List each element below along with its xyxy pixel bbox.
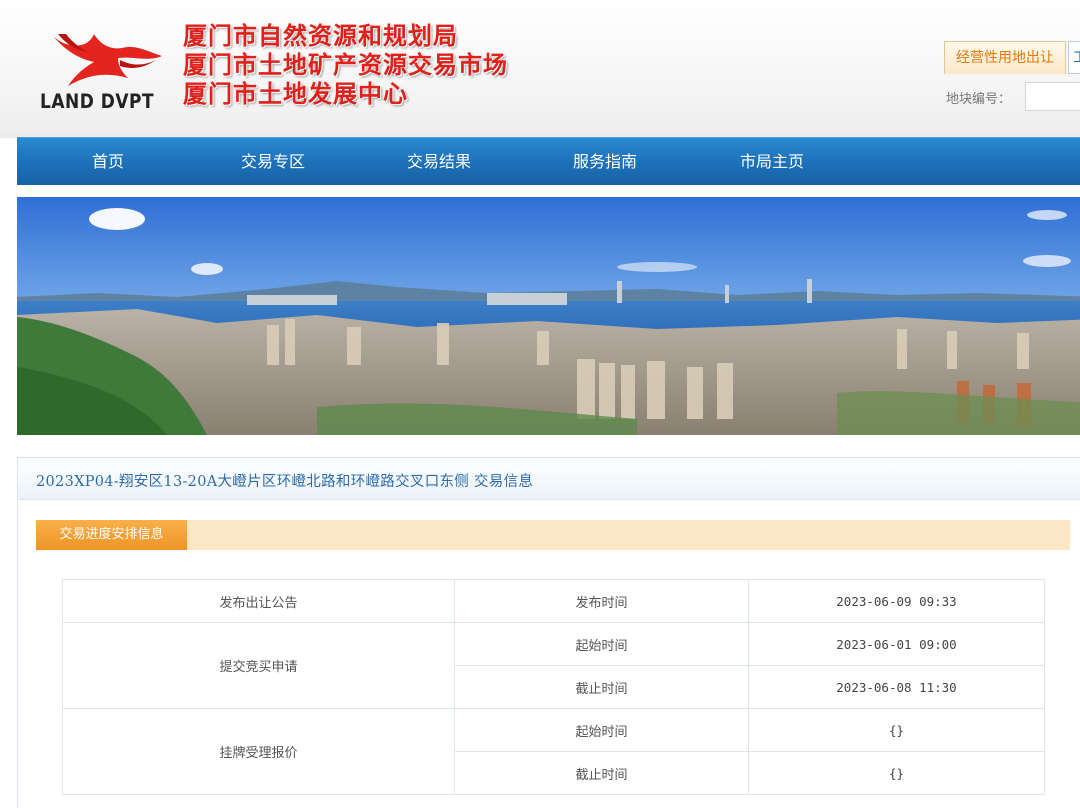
table-row: 发布出让公告 发布时间 2023-06-09 09:33	[62, 579, 1045, 623]
section-label: 交易进度安排信息	[36, 520, 187, 550]
table-row: 提交竞买申请 起始时间 2023-06-01 09:00	[62, 622, 1045, 709]
stage-listing: 挂牌受理报价	[62, 708, 455, 795]
panel-title: 2023XP04-翔安区13-20A大嶝片区环嶝北路和环嶝路交叉口东侧 交易信息	[36, 474, 534, 490]
stage-bid-application: 提交竞买申请	[62, 622, 455, 709]
stage-publish: 发布出让公告	[62, 579, 455, 623]
city-panorama-image	[17, 197, 1080, 435]
logo-text: LAND DVPT	[40, 90, 155, 114]
org-name-1: 厦门市自然资源和规划局	[183, 22, 458, 50]
trading-info-panel: 2023XP04-翔安区13-20A大嶝片区环嶝北路和环嶝路交叉口东侧 交易信息…	[17, 457, 1080, 808]
tab-industrial-land[interactable]: 工	[1068, 41, 1080, 74]
publish-time-value: 2023-06-09 09:33	[748, 579, 1045, 623]
plot-number-input[interactable]	[1025, 82, 1080, 111]
nav-trading-zone[interactable]: 交易专区	[241, 138, 305, 186]
org-names: 厦门市自然资源和规划局 厦门市土地矿产资源交易市场 厦门市土地发展中心	[183, 22, 508, 109]
nav-bureau-home[interactable]: 市局主页	[740, 138, 804, 186]
bid-end-value: 2023-06-08 11:30	[748, 665, 1045, 709]
org-name-3: 厦门市土地发展中心	[183, 80, 408, 108]
nav-home[interactable]: 首页	[92, 138, 124, 186]
site-header: LAND DVPT 厦门市自然资源和规划局 厦门市土地矿产资源交易市场 厦门市土…	[0, 0, 1080, 138]
publish-time-label: 发布时间	[454, 579, 749, 623]
table-row: 挂牌受理报价 起始时间 {}	[62, 708, 1045, 795]
listing-start-label: 起始时间	[454, 708, 749, 752]
city-panorama-banner	[17, 197, 1080, 435]
schedule-table: 发布出让公告 发布时间 2023-06-09 09:33 提交竞买申请 起始时间…	[62, 579, 1045, 795]
main-nav: 首页 交易专区 交易结果 服务指南 市局主页	[17, 137, 1080, 185]
org-name-2: 厦门市土地矿产资源交易市场	[183, 51, 508, 79]
bid-start-label: 起始时间	[454, 622, 749, 666]
section-bar: 交易进度安排信息	[36, 520, 1070, 550]
nav-trading-results[interactable]: 交易结果	[407, 138, 471, 186]
plot-number-label: 地块编号：	[946, 92, 1012, 107]
tab-commercial-land[interactable]: 经营性用地出让	[944, 41, 1066, 74]
nav-service-guide[interactable]: 服务指南	[573, 138, 637, 186]
panel-title-bar: 2023XP04-翔安区13-20A大嶝片区环嶝北路和环嶝路交叉口东侧 交易信息	[18, 458, 1080, 500]
bid-end-label: 截止时间	[454, 665, 749, 709]
listing-end-label: 截止时间	[454, 751, 749, 795]
listing-end-value: {}	[748, 751, 1045, 795]
bid-start-value: 2023-06-01 09:00	[748, 622, 1045, 666]
listing-start-value: {}	[748, 708, 1045, 752]
